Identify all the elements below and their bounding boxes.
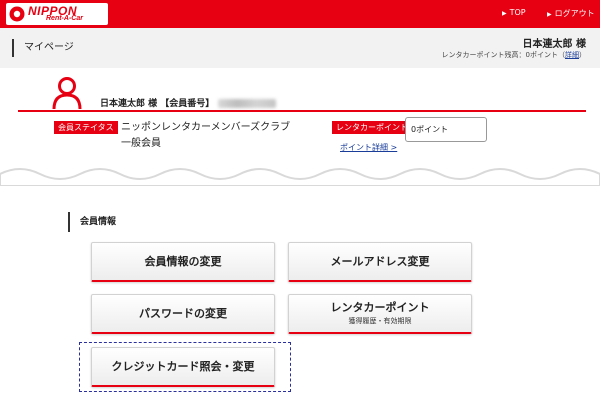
point-detail-link[interactable]: ポイント詳細 > bbox=[340, 142, 397, 153]
logo-subtext: Rent-A-Car bbox=[46, 15, 83, 22]
page-title: マイページ bbox=[12, 39, 74, 57]
credit-card-button[interactable]: クレジットカード照会・変更 bbox=[91, 347, 275, 387]
triangle-right-icon: ▶ bbox=[502, 10, 507, 17]
page-header: マイページ 日本連太郎 様 レンタカーポイント残高：0ポイント（詳細） bbox=[0, 28, 600, 68]
logo-mark-icon bbox=[9, 6, 25, 22]
header-points-summary: レンタカーポイント残高：0ポイント（詳細） bbox=[441, 51, 586, 59]
divider bbox=[18, 110, 586, 112]
logout-link[interactable]: ▶ ログアウト bbox=[547, 8, 595, 19]
top-bar: NIPPON Rent-A-Car ▶ TOP ▶ ログアウト bbox=[0, 0, 600, 28]
section-title: 会員情報 bbox=[68, 212, 116, 232]
edit-member-info-button[interactable]: 会員情報の変更 bbox=[91, 242, 275, 282]
member-number-blurred bbox=[218, 99, 277, 108]
points-detail-link[interactable]: 詳細 bbox=[565, 51, 579, 59]
member-name: 日本連太郎 様 【会員番号】 bbox=[100, 96, 277, 109]
top-link[interactable]: ▶ TOP bbox=[502, 8, 526, 17]
rentacar-points-label: レンタカーポイント bbox=[332, 121, 412, 134]
wave-divider bbox=[0, 168, 600, 186]
change-password-button[interactable]: パスワードの変更 bbox=[91, 294, 275, 334]
change-email-button[interactable]: メールアドレス変更 bbox=[288, 242, 472, 282]
member-status-label: 会員ステイタス bbox=[54, 121, 118, 134]
rentacar-points-button[interactable]: レンタカーポイント 獲得履歴・有効期限 bbox=[288, 294, 472, 334]
user-avatar-icon bbox=[52, 77, 82, 110]
header-user-name: 日本連太郎 様 bbox=[522, 39, 586, 50]
points-value-box: 0ポイント bbox=[405, 117, 487, 142]
triangle-right-icon: ▶ bbox=[547, 11, 552, 18]
member-status-value: ニッポンレンタカーメンバーズクラブ 一般会員 bbox=[121, 122, 291, 149]
nippon-rent-a-car-logo[interactable]: NIPPON Rent-A-Car bbox=[6, 3, 108, 25]
